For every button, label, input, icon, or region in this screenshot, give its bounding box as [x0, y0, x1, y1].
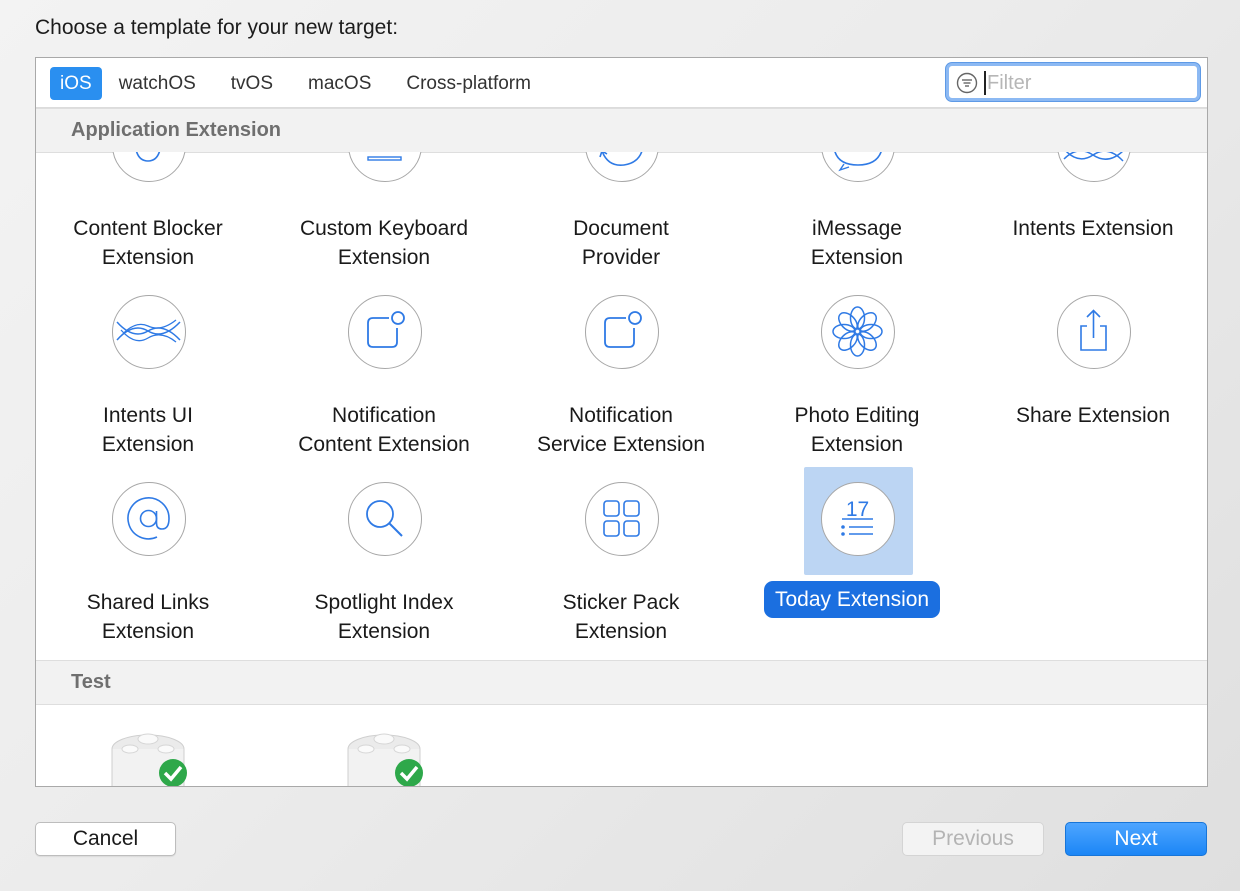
template-label[interactable]: Spotlight Index Extension: [266, 588, 502, 646]
template-label[interactable]: Document Provider: [503, 214, 739, 272]
filter-input[interactable]: [987, 68, 1187, 98]
section-title: Test: [71, 671, 111, 693]
test-bundle-icon[interactable]: [108, 727, 192, 787]
message-bubble-icon: [821, 152, 895, 182]
notification-icon: [348, 295, 422, 369]
share-icon: [1057, 295, 1131, 369]
template-label[interactable]: Custom Keyboard Extension: [266, 214, 502, 272]
tab-ios[interactable]: iOS: [50, 67, 102, 100]
tab-watchos[interactable]: watchOS: [109, 67, 206, 100]
dialog-heading: Choose a template for your new target:: [35, 16, 399, 39]
template-label[interactable]: Share Extension: [975, 401, 1207, 430]
photo-flower-icon: [821, 295, 895, 369]
previous-button[interactable]: Previous: [902, 822, 1044, 856]
template-label[interactable]: Intents UI Extension: [36, 401, 266, 459]
next-button[interactable]: Next: [1065, 822, 1207, 856]
text-cursor: [984, 71, 986, 95]
content-blocker-icon: [112, 152, 186, 182]
keyboard-icon: [348, 152, 422, 182]
template-label[interactable]: Shared Links Extension: [36, 588, 266, 646]
tab-cross-platform[interactable]: Cross-platform: [396, 67, 541, 100]
template-label[interactable]: Notification Content Extension: [266, 401, 502, 459]
test-bundle-icon[interactable]: [344, 727, 428, 787]
sticker-grid-icon: [585, 482, 659, 556]
intents-waves-icon: [112, 295, 186, 369]
magnifier-icon: [348, 482, 422, 556]
template-label[interactable]: iMessage Extension: [739, 214, 975, 272]
tab-macos[interactable]: macOS: [298, 67, 381, 100]
template-label[interactable]: Intents Extension: [975, 214, 1207, 243]
at-sign-icon: [112, 482, 186, 556]
intents-waves-icon: [1057, 152, 1131, 182]
notification-icon: [585, 295, 659, 369]
template-label[interactable]: Content Blocker Extension: [36, 214, 266, 272]
tab-tvos[interactable]: tvOS: [221, 67, 283, 100]
filter-field[interactable]: [946, 63, 1200, 101]
section-header-test: Test: [36, 660, 1207, 705]
filter-icon: [956, 72, 978, 94]
template-grid: Content Blocker Extension Custom Keyboar…: [36, 152, 1207, 660]
document-provider-icon: [585, 152, 659, 182]
section-header-application-extension: Application Extension: [36, 108, 1207, 153]
template-label[interactable]: Photo Editing Extension: [739, 401, 975, 459]
template-panel: iOS watchOS tvOS macOS Cross-platform Ap…: [35, 57, 1208, 787]
template-label[interactable]: Notification Service Extension: [503, 401, 739, 459]
template-label-selected[interactable]: Today Extension: [764, 581, 941, 618]
template-label[interactable]: Sticker Pack Extension: [503, 588, 739, 646]
test-template-grid: [36, 705, 1207, 787]
today-calendar-icon[interactable]: 17: [821, 482, 895, 556]
cancel-button[interactable]: Cancel: [35, 822, 176, 856]
section-title: Application Extension: [71, 119, 282, 141]
calendar-day-number: 17: [846, 498, 869, 521]
platform-tab-bar: iOS watchOS tvOS macOS Cross-platform: [36, 58, 1207, 108]
